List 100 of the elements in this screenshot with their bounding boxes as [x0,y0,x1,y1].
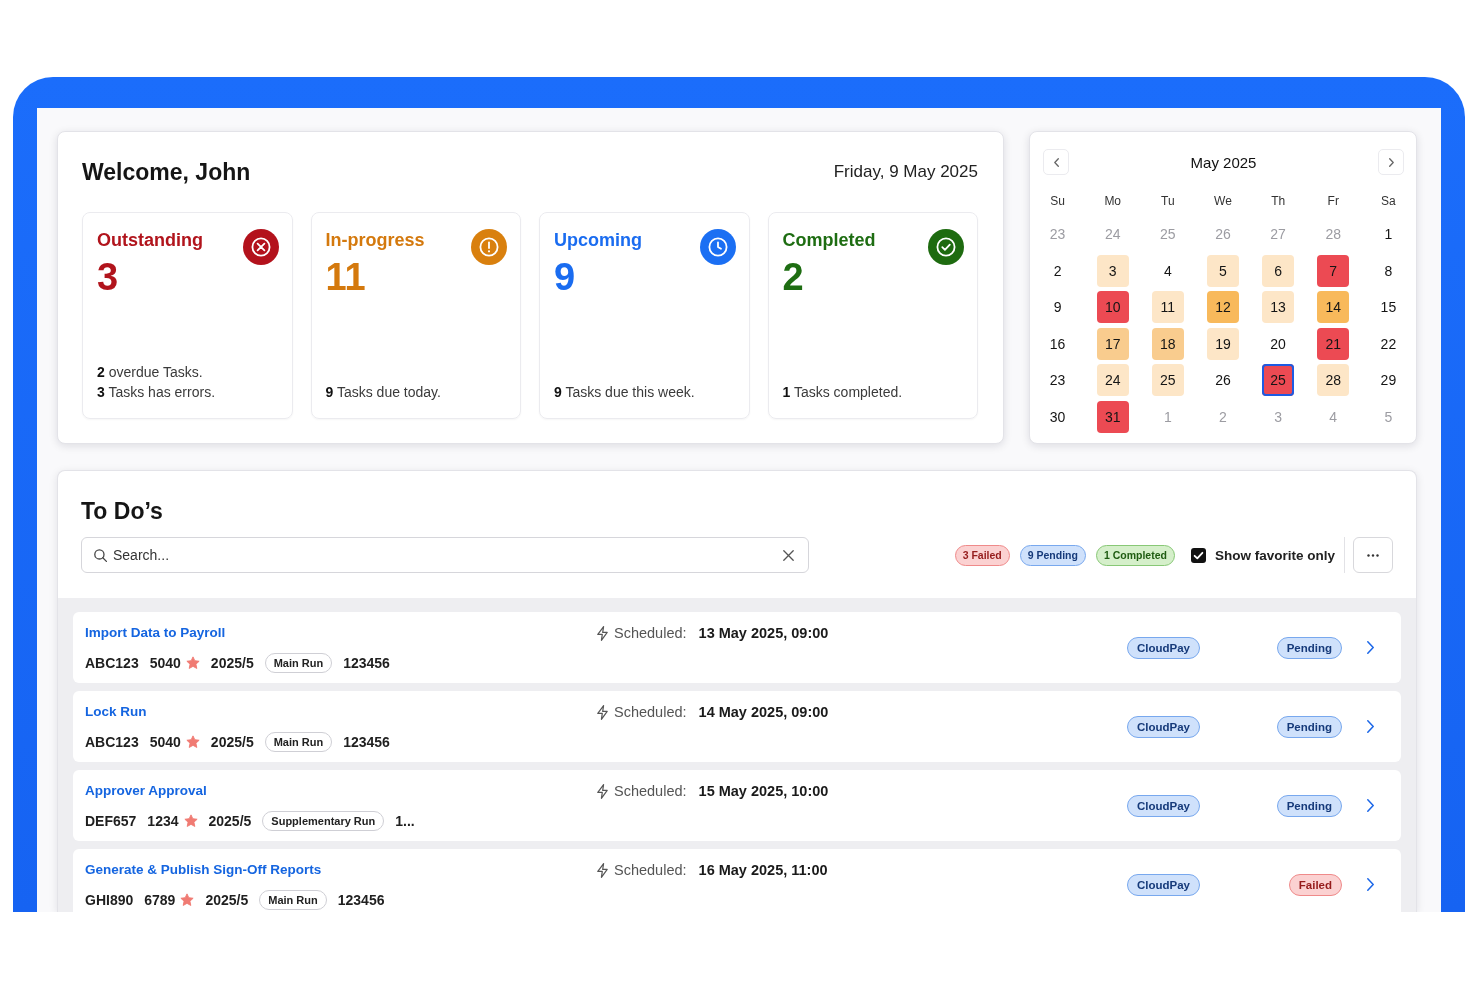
search-field[interactable]: Search... [81,537,809,573]
task-period: 2025/5 [210,655,254,671]
calendar-day[interactable]: 30 [1041,400,1074,433]
chevron-right-icon [1388,157,1394,167]
filter-chip[interactable]: 9 Pending [1019,544,1086,566]
next-month-button[interactable] [1378,149,1404,175]
calendar-day[interactable]: 12 [1207,291,1239,324]
calendar-day[interactable]: 7 [1317,254,1350,287]
calendar-day[interactable]: 29 [1372,364,1405,397]
chevron-right-icon[interactable] [1367,799,1374,812]
calendar-day[interactable]: 4 [1151,254,1184,287]
calendar-day[interactable]: 17 [1096,327,1129,360]
system-tag: CloudPay [1126,794,1200,817]
favorite-only-label[interactable]: Show favorite only [1214,547,1335,563]
scheduled-time: 15 May 2025, 10:00 [698,783,829,799]
status-tag: Pending [1276,636,1342,659]
lightning-icon [597,862,608,878]
calendar-day[interactable]: 16 [1041,327,1074,360]
calendar-day[interactable]: 2 [1041,254,1074,287]
search-icon [94,548,107,562]
star-icon[interactable] [185,735,200,749]
more-button[interactable] [1353,537,1393,573]
calendar-day[interactable]: 5 [1207,254,1239,287]
star-icon[interactable] [180,893,195,907]
task-code: ABC123 [85,655,139,671]
checkbox[interactable] [1190,547,1206,563]
exclamation-circle-icon [471,229,507,265]
weekday-label: Fr [1327,194,1339,208]
task-reference: 123456 [343,734,390,750]
chevron-right-icon[interactable] [1367,720,1374,733]
task-period: 2025/5 [210,734,254,750]
weekday-label: Su [1050,194,1065,208]
task-code: ABC123 [85,734,139,750]
calendar-day[interactable]: 13 [1262,291,1295,324]
calendar-day[interactable]: 31 [1096,400,1129,433]
task-number: 5040 [149,655,181,671]
calendar-day[interactable]: 21 [1317,327,1350,360]
stat-note: 9 Tasks due this week. [554,383,695,402]
lightning-icon [597,704,608,720]
lightning-icon [597,783,608,799]
calendar-day[interactable]: 8 [1372,254,1405,287]
calendar-day[interactable]: 15 [1372,291,1405,324]
task-title-link[interactable]: Lock Run [85,702,147,722]
lightning-icon [597,625,608,641]
calendar-day[interactable]: 25 [1151,364,1184,397]
todo-title: To Do’s [81,498,163,524]
ellipsis-icon [1367,553,1379,557]
stat-label: Completed [782,229,876,251]
stat-label: Outstanding [97,229,203,251]
calendar-day[interactable]: 3 [1096,254,1129,287]
calendar-day[interactable]: 11 [1151,291,1184,324]
task-period: 2025/5 [205,892,249,908]
task-number: 6789 [144,892,176,908]
stat-note: 2 overdue Tasks. [97,363,203,382]
calendar-day[interactable]: 10 [1096,291,1129,324]
calendar-day[interactable]: 22 [1372,327,1405,360]
status-tag: Pending [1276,794,1342,817]
task-reference: 123456 [337,892,385,908]
task-reference: 123456 [343,655,390,671]
filter-chip[interactable]: 1 Completed [1095,544,1175,566]
status-tag: Failed [1288,873,1342,896]
task-title-link[interactable]: Generate & Publish Sign-Off Reports [85,860,322,880]
calendar-day[interactable]: 6 [1262,254,1295,287]
stat-value: 11 [325,255,366,299]
weekday-label: Mo [1104,194,1122,208]
task-period: 2025/5 [208,813,252,829]
task-title-link[interactable]: Import Data to Payroll [85,623,226,643]
weekday-label: Sa [1381,194,1396,208]
star-icon[interactable] [183,814,198,828]
scheduled-label: Scheduled: [614,862,687,878]
calendar-day[interactable]: 20 [1262,327,1295,360]
calendar-day[interactable]: 25 [1262,364,1295,397]
stat-label: Upcoming [554,229,642,251]
chevron-right-icon[interactable] [1367,878,1374,891]
system-tag: CloudPay [1126,636,1200,659]
calendar-day[interactable]: 1 [1372,218,1405,251]
calendar-day[interactable]: 14 [1317,291,1350,324]
scheduled-time: 16 May 2025, 11:00 [698,862,828,878]
weekday-label: Tu [1161,194,1175,208]
calendar-day[interactable]: 28 [1317,364,1350,397]
filter-chip[interactable]: 3 Failed [954,544,1010,566]
clock-icon [699,229,736,265]
calendar-day[interactable]: 18 [1151,327,1184,360]
calendar-day[interactable]: 9 [1041,291,1074,324]
task-title-link[interactable]: Approver Approval [85,781,207,801]
status-tag: Pending [1276,715,1342,738]
star-icon[interactable] [185,656,200,670]
stat-value: 3 [97,255,119,299]
current-date: Friday, 9 May 2025 [833,162,978,182]
clear-icon[interactable] [783,549,794,561]
task-reference: 1... [395,813,415,829]
chevron-right-icon[interactable] [1367,641,1374,654]
stat-value: 9 [554,255,576,299]
system-tag: CloudPay [1126,715,1200,738]
calendar-day[interactable]: 19 [1207,327,1239,360]
previous-month-button[interactable] [1043,149,1069,175]
weekday-label: Th [1271,194,1286,208]
calendar-day[interactable]: 23 [1041,364,1074,397]
calendar-day[interactable]: 24 [1096,364,1129,397]
calendar-day[interactable]: 26 [1207,364,1239,397]
